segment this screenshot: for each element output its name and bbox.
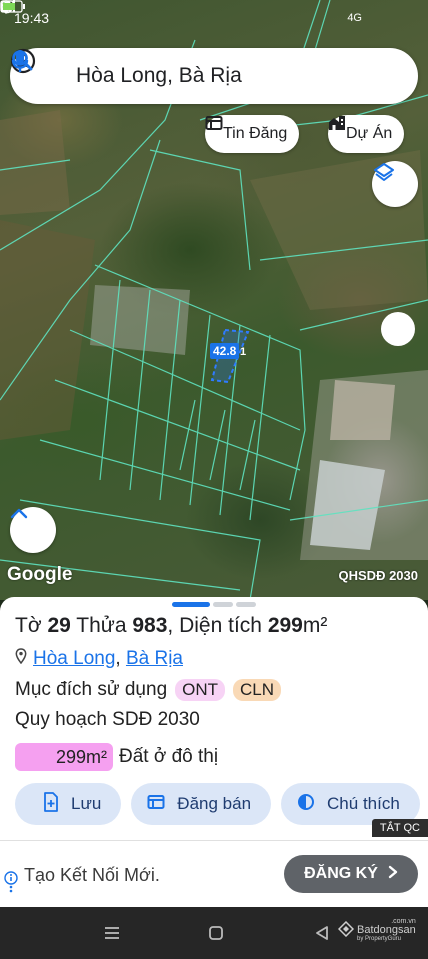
parcel-info-sheet[interactable]: Tờ 29 Thửa 983, Diện tích 299m² Hòa Long…: [0, 597, 428, 840]
ad-banner[interactable]: Tạo Kết Nối Mới. ĐĂNG KÝ: [0, 840, 428, 907]
close-ad-button[interactable]: TẮT QC: [371, 819, 428, 837]
alarm-icon: [1, 1, 301, 25]
usage-code-badge: ONT: [175, 679, 226, 701]
location-pin-icon: [15, 648, 27, 670]
shield-check-icon: [1, 1, 69, 25]
usage-label: Mục đích sử dụng: [15, 679, 168, 700]
ad-cta-button[interactable]: ĐĂNG KÝ: [284, 855, 418, 893]
listings-chip[interactable]: Tin Đăng: [205, 115, 300, 153]
usage-row: Mục đích sử dụng ONT CLN: [15, 679, 282, 701]
save-button[interactable]: Lưu: [15, 783, 122, 825]
search-bar[interactable]: Hòa Long, Bà Rịa: [10, 48, 418, 104]
city-link[interactable]: Bà Rịa: [126, 648, 183, 669]
lot-prefix: Thửa: [76, 614, 127, 637]
plan-type: Đất ở đô thị: [119, 746, 219, 767]
listings-chip-label: Tin Đăng: [223, 125, 288, 142]
sheet-number: 29: [47, 614, 71, 637]
watermark-brand: Batdongsan: [357, 924, 416, 936]
chevron-right-icon: [388, 865, 398, 884]
info-icon[interactable]: [4, 871, 18, 898]
expand-button[interactable]: [10, 507, 56, 553]
parcel-title: Tờ 29 Thửa 983, Diện tích 299m²: [15, 614, 327, 638]
pager-dot: [213, 602, 233, 607]
listing-icon: [147, 794, 165, 815]
planning-layer-label: QHSDĐ 2030: [338, 568, 418, 583]
projects-chip[interactable]: Dự Án: [328, 115, 405, 153]
area-unit: m²: [302, 614, 328, 637]
location-marker[interactable]: [381, 312, 415, 346]
back-icon[interactable]: [312, 923, 332, 943]
map-view[interactable]: 19:43 4G Hòa Long, Bà Rịa Tin Đăng Dự Án…: [0, 0, 428, 600]
location-icon: [0, 0, 321, 25]
address-separator: ,: [115, 648, 121, 669]
projects-chip-label: Dự Án: [346, 125, 393, 142]
post-sale-button[interactable]: Đăng bán: [131, 783, 272, 825]
google-logo: Google: [7, 564, 73, 585]
layers-button[interactable]: [372, 161, 418, 207]
search-icon[interactable]: [12, 50, 362, 92]
plan-label: Quy hoạch SDĐ 2030: [15, 709, 200, 730]
microphone-icon[interactable]: [11, 50, 404, 92]
watermark-sub: by PropertyGuru: [357, 936, 402, 942]
status-bar: 19:43 4G: [0, 0, 428, 36]
post-sale-button-label: Đăng bán: [177, 794, 252, 813]
edge-index-label: 1: [240, 346, 247, 358]
area-prefix: , Diện tích: [167, 614, 262, 637]
plan-area-bar: 299m²: [15, 743, 113, 771]
parcel-address: Hòa Long, Bà Rịa: [15, 648, 183, 670]
pager-dot: [172, 602, 210, 607]
plan-row: 299m² Đất ở đô thị: [15, 743, 218, 771]
action-bar: Lưu Đăng bán Chú thích: [15, 783, 420, 825]
usage-code-badge: CLN: [233, 679, 282, 701]
watermark: .com.vn Batdongsan by PropertyGuru: [337, 918, 416, 942]
area-value: 299: [267, 614, 303, 637]
battery-icon: [0, 0, 414, 25]
lot-number: 983: [132, 614, 168, 637]
message-icon: [0, 0, 89, 25]
recent-apps-icon[interactable]: [102, 923, 122, 943]
legend-button-label: Chú thích: [327, 794, 400, 813]
network-type: 4G: [347, 12, 362, 24]
signal-icon: [1, 0, 341, 25]
home-icon[interactable]: [206, 923, 226, 943]
search-input[interactable]: Hòa Long, Bà Rịa: [76, 64, 330, 88]
save-button-label: Lưu: [71, 794, 102, 813]
edge-length-label: 42.8: [210, 343, 240, 359]
batdongsan-logo-icon: [337, 920, 355, 940]
contrast-icon: [297, 793, 315, 816]
ward-link[interactable]: Hòa Long: [33, 648, 115, 669]
sheet-prefix: Tờ: [15, 614, 42, 637]
file-add-icon: [43, 791, 59, 817]
ad-cta-label: ĐĂNG KÝ: [304, 865, 378, 882]
signal-icon-2: [1, 0, 382, 25]
pager-dot: [236, 602, 256, 607]
ad-text: Tạo Kết Nối Mới.: [24, 865, 160, 885]
sheet-pager[interactable]: [0, 602, 428, 607]
